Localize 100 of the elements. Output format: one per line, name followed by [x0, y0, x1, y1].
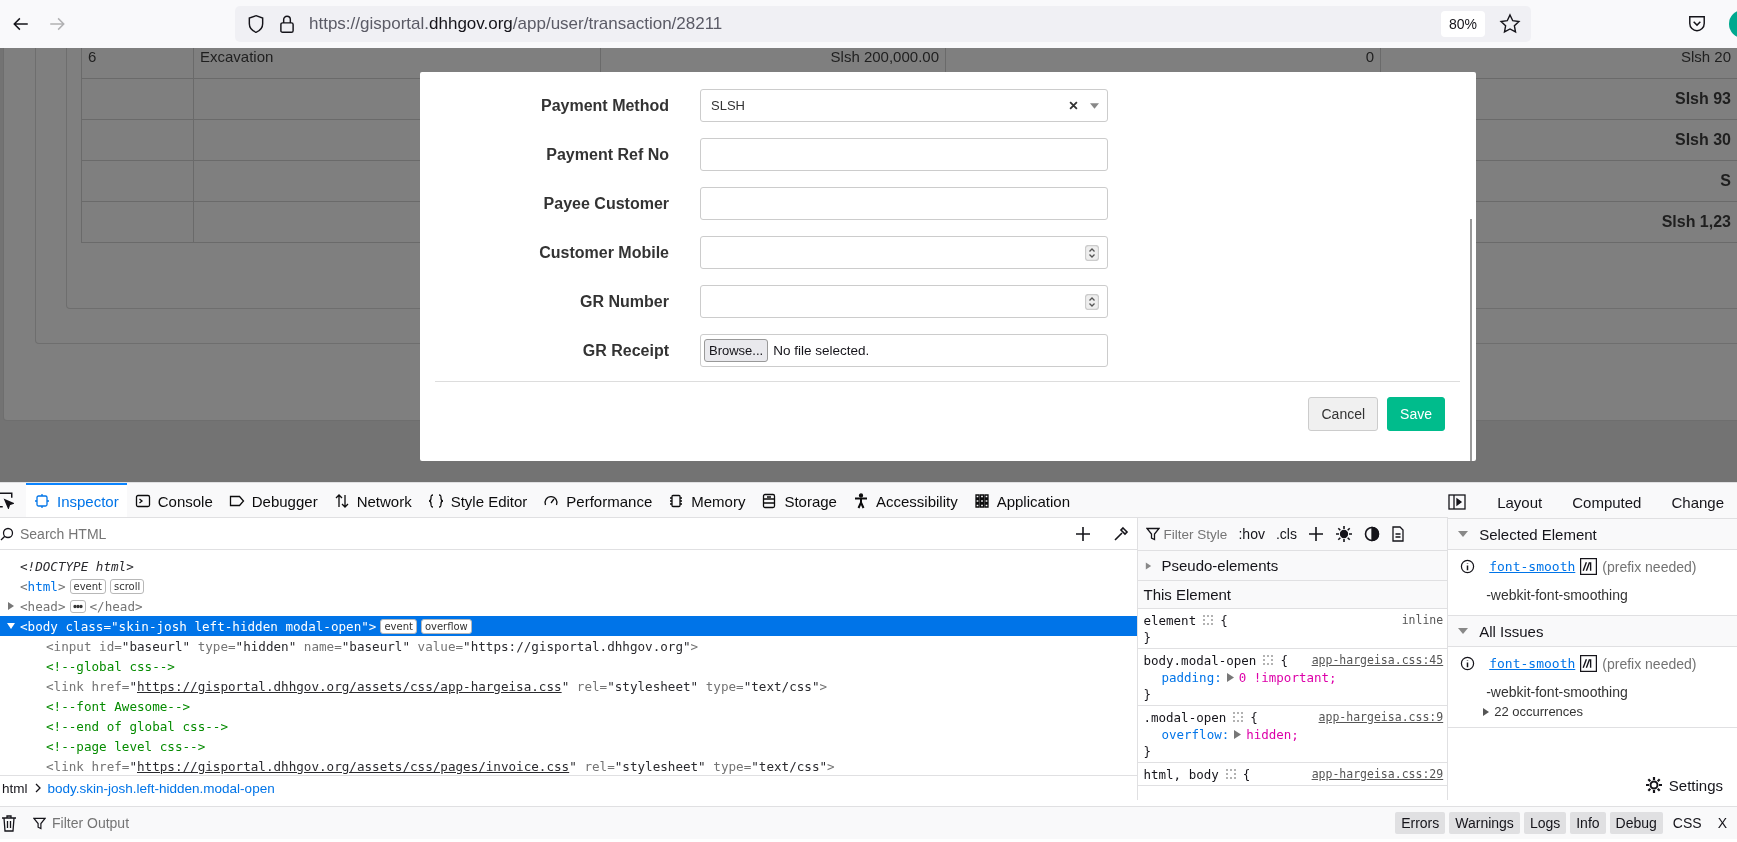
address-bar[interactable]: https://gisportal.dhhgov.org/app/user/transaction/28211 80%: [235, 6, 1531, 42]
property-link[interactable]: font-smooth: [1489, 559, 1576, 574]
grid-toggle-icon[interactable]: [1202, 614, 1215, 627]
expand-triangle-icon[interactable]: [1226, 673, 1234, 682]
filter-styles-field[interactable]: Filter Style: [1146, 526, 1228, 542]
caret-icon: [1090, 102, 1099, 109]
settings-icon: [1644, 776, 1663, 794]
cancel-button[interactable]: Cancel: [1308, 397, 1379, 431]
browse-button[interactable]: Browse...: [704, 339, 769, 362]
markup-row[interactable]: <!DOCTYPE html>: [0, 556, 1138, 576]
toggle-button[interactable]: :hov: [1238, 526, 1265, 542]
devtools-tab[interactable]: Application: [965, 483, 1079, 517]
number-field[interactable]: [700, 236, 1108, 269]
sidebar-tab[interactable]: Computed: [1559, 493, 1655, 511]
spinner-icon[interactable]: [1085, 293, 1099, 310]
funnel-icon: [33, 816, 46, 830]
log-filter-button[interactable]: X: [1711, 812, 1733, 834]
spinner-icon[interactable]: [1085, 244, 1099, 261]
star-icon[interactable]: [1499, 13, 1521, 35]
field-label: GR Receipt: [581, 341, 669, 360]
log-filter-button[interactable]: Debug: [1609, 812, 1663, 834]
breadcrumb-item[interactable]: html: [2, 780, 28, 796]
log-filter-button[interactable]: Warnings: [1449, 812, 1520, 834]
devtools-tab[interactable]: Console: [126, 483, 221, 517]
shield-icon: [247, 14, 265, 34]
zoom-level-button[interactable]: 80%: [1440, 11, 1485, 37]
devtools-tab[interactable]: Accessibility: [844, 483, 966, 517]
expand-triangle-icon[interactable]: [6, 621, 16, 631]
markup-text: <link href="https://gisportal.dhhgov.org/assets/css/pages/invoice.css" rel="stylesheet" type="text/css">: [46, 758, 835, 774]
field-label: Customer Mobile: [538, 243, 669, 262]
markup-text: <body class="skin-josh left-hidden modal-open">: [20, 618, 377, 634]
document-icon[interactable]: [1390, 526, 1405, 542]
select-field[interactable]: SLSH: [700, 89, 1108, 122]
rule-source[interactable]: app-hargeisa.css:29: [1311, 766, 1444, 783]
issue-detail: -webkit-font-smoothing: [1485, 586, 1629, 605]
devtools-tab[interactable]: Style Editor: [419, 483, 536, 517]
collapse-triangle-icon[interactable]: [1482, 707, 1491, 716]
eyedropper-icon[interactable]: [1113, 525, 1130, 542]
property-link[interactable]: font-smooth: [1489, 656, 1576, 671]
grid-toggle-icon[interactable]: [1224, 768, 1237, 781]
grid-toggle-icon[interactable]: [1232, 711, 1245, 724]
section-header: This Element: [1138, 581, 1448, 609]
markup-row[interactable]: <link href="https://gisportal.dhhgov.org/assets/css/app-hargeisa.css" rel="stylesheet" type="text/css">: [0, 676, 1138, 696]
filter-output-field[interactable]: Filter Output: [50, 814, 235, 832]
expand-triangle-icon[interactable]: [1457, 626, 1470, 636]
text-field[interactable]: [700, 187, 1108, 220]
collapse-triangle-icon[interactable]: [6, 601, 16, 611]
event-badge[interactable]: event: [380, 618, 417, 634]
breadcrumb-item[interactable]: body.skin-josh.left-hidden.modal-open: [47, 780, 275, 796]
sun-icon[interactable]: [1334, 525, 1353, 543]
markup-row[interactable]: <!--global css-->: [0, 656, 1138, 676]
sidebar-tab[interactable]: Change: [1658, 493, 1737, 511]
rule-source[interactable]: app-hargeisa.css:45: [1311, 652, 1444, 669]
brace-text: }: [1143, 630, 1151, 645]
devtools-tab[interactable]: Inspector: [26, 483, 127, 517]
issue-note: (prefix needed): [1602, 655, 1697, 672]
info-icon: [1460, 559, 1476, 574]
event-badge[interactable]: overflow: [420, 618, 472, 634]
expand-triangle-icon[interactable]: [1457, 529, 1470, 539]
table-cell: 6: [81, 48, 194, 78]
log-filter-button[interactable]: Errors: [1395, 812, 1446, 834]
devtools-tab[interactable]: Performance: [535, 483, 661, 517]
issue-detail: -webkit-font-smoothing: [1485, 683, 1629, 702]
expand-triangle-icon[interactable]: [1234, 730, 1242, 739]
markup-row[interactable]: <body class="skin-josh left-hidden modal-open"> event overflow: [0, 616, 1138, 636]
pseudo-elements-toggle[interactable]: Pseudo-elements: [1138, 551, 1448, 581]
log-filter-button[interactable]: Info: [1570, 812, 1606, 834]
markup-row[interactable]: <link href="https://gisportal.dhhgov.org/assets/css/pages/invoice.css" rel="stylesheet" type="text/css">: [0, 756, 1138, 775]
event-badge[interactable]: scroll: [110, 578, 145, 594]
add-icon[interactable]: [1307, 526, 1324, 542]
text-field[interactable]: [700, 138, 1108, 171]
pocket-icon[interactable]: [1687, 14, 1707, 34]
devtools-tab[interactable]: Network: [325, 483, 420, 517]
contrast-icon[interactable]: [1363, 526, 1380, 542]
rule-selector: .modal-open: [1143, 709, 1227, 726]
devtools-tab[interactable]: Debugger: [220, 483, 326, 517]
sidebar-toggle-icon[interactable]: [1448, 494, 1467, 510]
element-picker-icon[interactable]: [0, 491, 14, 509]
clear-icon[interactable]: [1069, 101, 1078, 110]
file-status-text: No file selected.: [773, 343, 870, 358]
markup-row[interactable]: <!--page level css-->: [0, 736, 1138, 756]
add-icon[interactable]: [1075, 525, 1092, 542]
markup-row[interactable]: <head> </head>: [0, 596, 1138, 616]
markup-row[interactable]: <!--font Awesome-->: [0, 696, 1138, 716]
trash-icon[interactable]: [1, 814, 17, 832]
number-field[interactable]: [700, 285, 1108, 318]
markup-row[interactable]: <input id="baseurl" type="hidden" name="baseurl" value="https://gisportal.dhhgov.org">: [0, 636, 1138, 656]
grid-toggle-icon[interactable]: [1262, 654, 1275, 667]
devtools-tab[interactable]: Memory: [660, 483, 754, 517]
toggle-button[interactable]: .cls: [1275, 526, 1297, 542]
file-field[interactable]: Browse... No file selected.: [700, 334, 1108, 367]
scrollbar[interactable]: [1470, 219, 1472, 461]
rule-source[interactable]: app-hargeisa.css:9: [1318, 709, 1444, 726]
sidebar-tab[interactable]: Layout: [1484, 493, 1556, 511]
devtools-tab[interactable]: Storage: [753, 483, 845, 517]
event-badge[interactable]: event: [69, 578, 106, 594]
log-filter-button[interactable]: Logs: [1523, 812, 1567, 834]
markup-row[interactable]: <!--end of global css-->: [0, 716, 1138, 736]
markup-row[interactable]: <html> event scroll: [0, 576, 1138, 596]
log-filter-button[interactable]: CSS: [1666, 812, 1708, 834]
